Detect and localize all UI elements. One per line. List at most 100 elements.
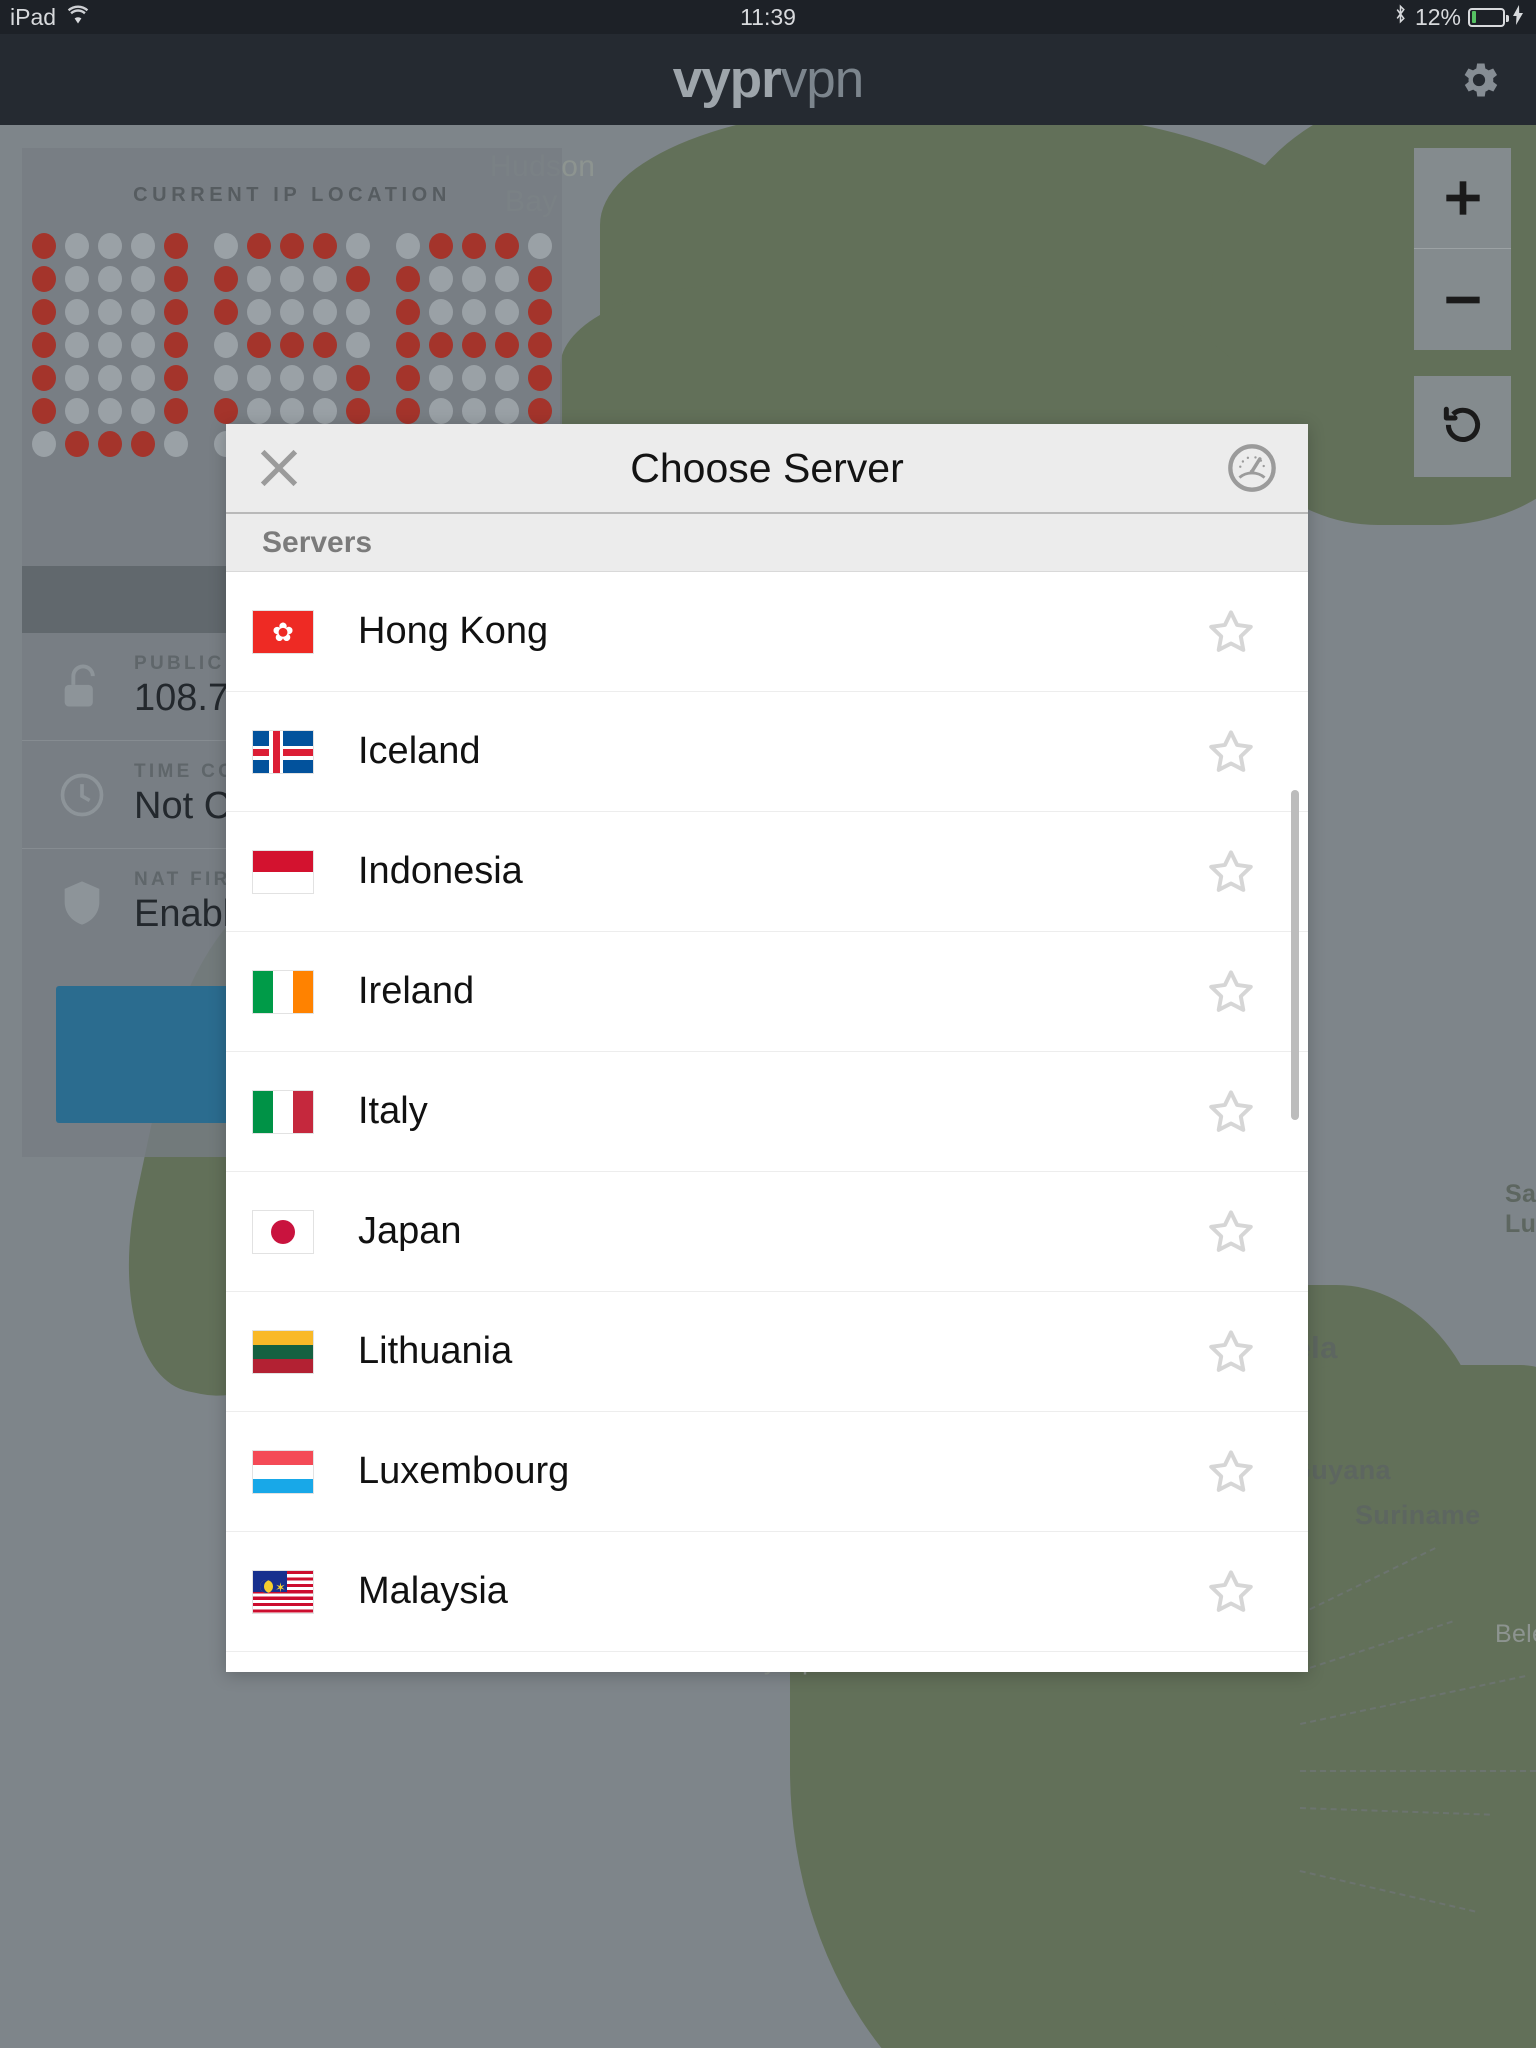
matrix-dot [131,332,155,358]
matrix-dot [98,365,122,391]
list-scrollbar[interactable] [1291,790,1299,1120]
matrix-dot [98,266,122,292]
map-reset-button[interactable] [1414,376,1511,477]
matrix-dot [65,332,89,358]
matrix-dot [164,431,188,457]
matrix-dot [98,299,122,325]
matrix-dot [280,398,304,424]
matrix-dot [214,299,238,325]
flag-icon-it [252,1089,314,1134]
matrix-dot [528,332,552,358]
matrix-dot [247,365,271,391]
matrix-dot [247,299,271,325]
matrix-dot [32,266,56,292]
star-outline-icon[interactable] [1206,967,1256,1017]
matrix-dot [65,398,89,424]
matrix-dot [65,266,89,292]
unlocked-padlock-icon [56,661,108,713]
star-outline-icon[interactable] [1206,727,1256,777]
matrix-dot [429,299,453,325]
matrix-dot [462,398,486,424]
map-zoom-out-button[interactable] [1414,249,1511,350]
flag-icon-hk: ✿ [252,609,314,654]
star-outline-icon[interactable] [1206,1087,1256,1137]
matrix-dot [462,365,486,391]
matrix-dot [346,332,370,358]
matrix-dot [98,332,122,358]
map-label: Luc [1505,1210,1536,1238]
star-outline-icon[interactable] [1206,847,1256,897]
lightning-bolt-icon [1512,4,1524,31]
server-name: Japan [358,1210,462,1252]
matrix-dot [32,233,56,259]
matrix-dot [462,299,486,325]
dialog-header: Choose Server [226,424,1308,514]
map-label: Suriname [1355,1500,1481,1530]
matrix-dot [495,233,519,259]
matrix-dot [280,266,304,292]
close-x-icon[interactable] [251,440,307,496]
matrix-dot [214,266,238,292]
matrix-dot [429,332,453,358]
server-list-item[interactable]: Ireland [226,932,1308,1052]
matrix-dot [462,266,486,292]
matrix-dot [495,332,519,358]
matrix-dot [429,266,453,292]
flag-icon-is [252,729,314,774]
star-outline-icon[interactable] [1206,1447,1256,1497]
server-list-item[interactable]: Japan [226,1172,1308,1292]
speedometer-icon[interactable] [1226,442,1278,494]
matrix-dot [214,233,238,259]
dialog-title: Choose Server [630,444,904,491]
star-outline-icon[interactable] [1206,1327,1256,1377]
matrix-dot [429,233,453,259]
plus-icon [1445,181,1480,215]
flag-icon-lt [252,1329,314,1374]
shield-icon [56,877,108,929]
server-list-item[interactable]: Luxembourg [226,1412,1308,1532]
star-outline-icon[interactable] [1206,607,1256,657]
server-list-item[interactable]: ✿ Hong Kong [226,572,1308,692]
matrix-dot [65,365,89,391]
server-name: Lithuania [358,1330,513,1372]
matrix-dot [313,365,337,391]
server-name: Iceland [358,730,481,772]
server-list-item[interactable]: ✶ Malaysia [226,1532,1308,1652]
matrix-dot [214,365,238,391]
server-list[interactable]: ✿ Hong Kong Iceland Indonesia Ireland Italy Ja… [226,572,1308,1672]
star-outline-icon[interactable] [1206,1567,1256,1617]
matrix-dot [528,233,552,259]
server-list-item[interactable]: Italy [226,1052,1308,1172]
matrix-dot [214,332,238,358]
servers-section-header: Servers [226,514,1308,572]
bluetooth-icon [1393,3,1408,31]
matrix-dot [528,299,552,325]
matrix-dot [528,266,552,292]
matrix-dot [462,233,486,259]
map-label: Belé [1495,1620,1536,1648]
matrix-dot [396,365,420,391]
map-zoom-in-button[interactable] [1414,148,1511,249]
matrix-dot [429,398,453,424]
matrix-dot [131,266,155,292]
server-name: Indonesia [358,850,523,892]
matrix-dot [164,365,188,391]
matrix-dot [131,233,155,259]
gear-icon[interactable] [1456,57,1502,103]
server-name: Italy [358,1090,428,1132]
matrix-dot [65,233,89,259]
matrix-dot [131,299,155,325]
server-list-item[interactable]: Iceland [226,692,1308,812]
star-outline-icon[interactable] [1206,1207,1256,1257]
matrix-dot [98,431,122,457]
matrix-dot [396,332,420,358]
matrix-dot [164,332,188,358]
server-list-item[interactable]: Lithuania [226,1292,1308,1412]
server-list-item[interactable]: Indonesia [226,812,1308,932]
flag-icon-ie [252,969,314,1014]
matrix-dot [247,266,271,292]
flag-icon-jp [252,1209,314,1254]
bauhinia-emblem: ✿ [272,616,294,647]
matrix-dot [313,332,337,358]
matrix-dot [164,299,188,325]
